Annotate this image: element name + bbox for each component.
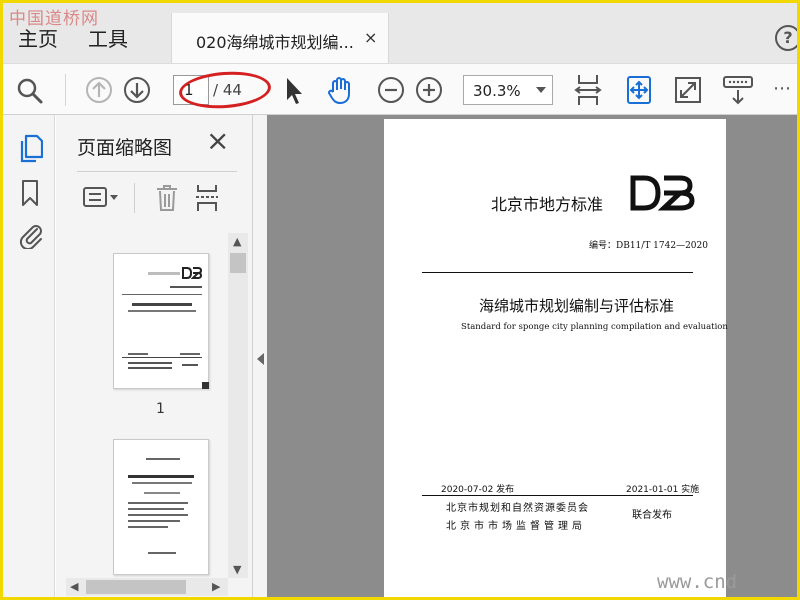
zoom-select[interactable]: 30.3% [463,75,553,105]
resize-handle[interactable] [202,382,209,389]
document-tab-title: 020海绵城市规划编... [196,33,354,52]
panel-title: 页面缩略图 [77,137,173,159]
arrow-down-icon[interactable] [123,76,151,104]
document-view[interactable]: 北京市地方标准 编号：DB11/T 1742—2020 海绵城市规划编制与评估标… [267,115,797,597]
help-icon[interactable]: ? [775,25,797,51]
zoom-value: 30.3% [473,82,521,100]
hand-icon[interactable] [325,74,357,106]
db-logo-thumbnail [182,267,202,279]
rotate-icon[interactable] [623,74,655,106]
panel-divider [77,171,237,172]
close-icon[interactable]: × [206,127,229,155]
collapse-arrow-icon[interactable] [257,353,264,365]
divider-line [422,495,693,496]
fullscreen-icon[interactable] [673,75,703,105]
scroll-thumb[interactable] [86,580,186,594]
document-page: 北京市地方标准 编号：DB11/T 1742—2020 海绵城市规划编制与评估标… [384,119,728,597]
watermark: www.cnd [657,571,738,593]
scroll-thumb[interactable] [230,253,246,273]
insert-page-icon[interactable] [194,183,220,213]
chevron-right-icon[interactable]: ▶ [212,580,220,593]
panel-splitter[interactable] [253,115,267,597]
trash-icon[interactable] [155,183,179,213]
divider-line [422,272,693,273]
db-logo [630,175,695,211]
chevron-up-icon[interactable]: ▲ [233,235,241,248]
more-icon[interactable]: ⋯ [773,78,791,99]
thumbnail-list: 1 [56,233,228,578]
attachment-icon[interactable] [17,221,45,249]
chevron-down-icon[interactable]: ▼ [233,563,241,576]
toolbar-separator [65,74,66,106]
fit-page-icon[interactable] [573,73,603,107]
chevron-down-icon [536,87,546,93]
issuing-org-2: 北京市市场监督管理局 [446,521,586,532]
standard-name: 北京市地方标准 [491,195,604,214]
page-thumbnail[interactable] [113,253,209,389]
zoom-out-icon[interactable] [377,76,405,104]
chevron-left-icon[interactable]: ◀ [70,580,78,593]
page-thumbnail[interactable] [113,439,209,575]
arrow-up-icon[interactable] [85,76,113,104]
joint-release: 联合发布 [632,510,672,521]
thumbnail-scrollbar-horizontal[interactable]: ◀ ▶ [66,578,228,596]
toolbar: 1 / 44 30.3% ⋯ [3,63,797,115]
document-tab[interactable]: 020海绵城市规划编... × [171,13,389,63]
panel-toolbar [56,173,253,223]
panel-separator [134,183,135,213]
thumbnail-panel: 页面缩略图 × 1 ▲ ▼ ◀ ▶ [56,115,253,597]
app-window: 主页 工具 020海绵城市规划编... × ? 1 / 44 30.3% ⋯ 页… [3,3,797,597]
page-thumbnails-icon[interactable] [17,133,43,163]
pointer-icon[interactable] [283,76,305,106]
standard-code: 编号：DB11/T 1742—2020 [589,241,708,251]
issue-date: 2020-07-02 发布 [441,485,515,495]
search-icon[interactable] [16,77,44,105]
watermark: 中国道桥网 [9,9,99,29]
download-icon[interactable] [721,73,755,107]
thumbnail-scrollbar-vertical[interactable]: ▲ ▼ [228,233,248,578]
title-english: Standard for sponge city planning compil… [461,322,728,332]
bookmark-icon[interactable] [20,179,40,207]
title-chinese: 海绵城市规划编制与评估标准 [479,297,675,315]
zoom-in-icon[interactable] [415,76,443,104]
close-icon[interactable]: × [364,28,377,47]
side-rail [3,115,55,597]
options-menu-icon[interactable] [82,185,122,211]
effective-date: 2021-01-01 实施 [626,485,700,495]
thumbnail-page-number: 1 [156,401,165,417]
menu-bar: 主页 工具 020海绵城市规划编... × ? [3,3,797,63]
issuing-org-1: 北京市规划和自然资源委员会 [446,503,589,514]
